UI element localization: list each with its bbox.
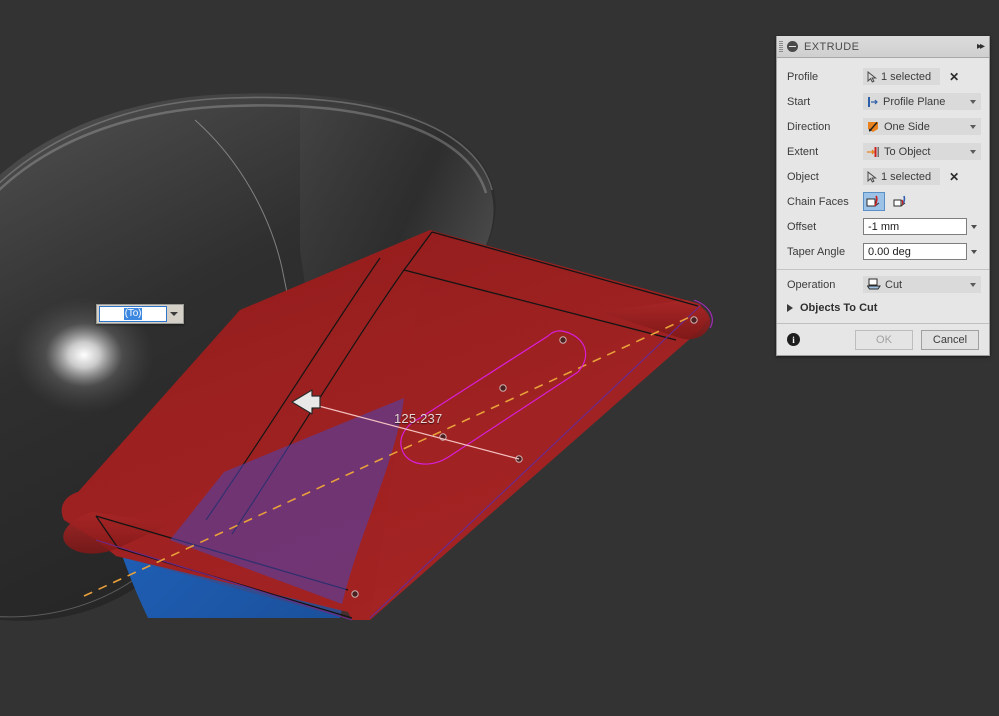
panel-title: EXTRUDE bbox=[804, 40, 860, 53]
extent-dropdown[interactable]: To Object bbox=[863, 143, 981, 160]
object-clear-button[interactable]: ✕ bbox=[949, 171, 959, 183]
panel-body: Profile 1 selected ✕ Start Profile Plane… bbox=[777, 58, 989, 323]
chain-faces-off-button[interactable] bbox=[890, 192, 912, 211]
triangle-right-icon bbox=[787, 304, 793, 312]
extent-value: To Object bbox=[884, 145, 931, 158]
chain-faces-on-icon bbox=[866, 195, 880, 206]
row-taper-angle: Taper Angle 0.00 deg bbox=[777, 239, 989, 264]
chevron-down-icon bbox=[971, 249, 977, 254]
extrude-dialog[interactable]: EXTRUDE ▸▸ Profile 1 selected ✕ Start Pr… bbox=[776, 36, 990, 356]
profile-selection-button[interactable]: 1 selected bbox=[863, 68, 941, 85]
taper-angle-value: 0.00 deg bbox=[868, 245, 911, 258]
label-object: Object bbox=[787, 170, 819, 183]
double-chevron-right-icon[interactable]: ▸▸ bbox=[977, 41, 985, 52]
object-selection-text: 1 selected bbox=[881, 170, 932, 183]
row-direction: Direction One Side bbox=[777, 114, 989, 139]
operation-value: Cut bbox=[885, 278, 903, 291]
section-objects-to-cut-label: Objects To Cut bbox=[800, 302, 878, 314]
chain-faces-on-button[interactable] bbox=[863, 192, 885, 211]
taper-angle-dropdown[interactable] bbox=[967, 243, 981, 260]
canvas-value-dropdown[interactable] bbox=[167, 306, 181, 322]
row-start: Start Profile Plane bbox=[777, 89, 989, 114]
panel-header[interactable]: EXTRUDE ▸▸ bbox=[777, 36, 989, 58]
profile-plane-icon bbox=[868, 96, 878, 107]
row-operation: Operation Cut bbox=[777, 272, 989, 297]
row-object: Object 1 selected ✕ bbox=[777, 164, 989, 189]
start-value: Profile Plane bbox=[883, 95, 946, 108]
section-objects-to-cut[interactable]: Objects To Cut bbox=[777, 297, 989, 319]
taper-angle-input[interactable]: 0.00 deg bbox=[863, 243, 967, 260]
chevron-down-icon[interactable] bbox=[967, 282, 978, 287]
row-chain-faces: Chain Faces bbox=[777, 189, 989, 214]
row-offset: Offset -1 mm bbox=[777, 214, 989, 239]
label-extent: Extent bbox=[787, 145, 819, 158]
profile-selection-text: 1 selected bbox=[881, 70, 932, 83]
label-chain-faces: Chain Faces bbox=[787, 195, 849, 208]
section-divider bbox=[777, 269, 989, 270]
label-start: Start bbox=[787, 95, 811, 108]
row-profile: Profile 1 selected ✕ bbox=[777, 64, 989, 89]
dimension-value-label[interactable]: 125.237 bbox=[394, 411, 442, 426]
cut-operation-icon bbox=[867, 278, 881, 290]
chevron-down-icon[interactable] bbox=[967, 124, 978, 129]
label-operation: Operation bbox=[787, 278, 836, 291]
chevron-down-icon bbox=[170, 312, 178, 316]
chevron-down-icon[interactable] bbox=[967, 99, 978, 104]
offset-value: -1 mm bbox=[868, 220, 900, 233]
object-selection-button[interactable]: 1 selected bbox=[863, 168, 941, 185]
panel-footer: i OK Cancel bbox=[777, 323, 989, 355]
offset-input[interactable]: -1 mm bbox=[863, 218, 967, 235]
profile-clear-button[interactable]: ✕ bbox=[949, 71, 959, 83]
chevron-down-icon bbox=[971, 224, 977, 229]
row-extent: Extent To Object bbox=[777, 139, 989, 164]
label-direction: Direction bbox=[787, 120, 831, 133]
to-object-icon bbox=[867, 146, 879, 157]
one-side-arrow-icon bbox=[868, 121, 878, 132]
direction-value: One Side bbox=[884, 120, 930, 133]
chain-faces-toggle-group bbox=[863, 192, 912, 211]
label-offset: Offset bbox=[787, 220, 817, 233]
chevron-down-icon[interactable] bbox=[967, 149, 978, 154]
canvas-value-field[interactable]: (To) bbox=[99, 306, 167, 322]
canvas-value-text: (To) bbox=[123, 308, 143, 320]
cursor-select-icon bbox=[867, 70, 878, 83]
label-taper-angle: Taper Angle bbox=[787, 245, 846, 258]
cancel-button[interactable]: Cancel bbox=[921, 329, 979, 350]
start-dropdown[interactable]: Profile Plane bbox=[863, 93, 981, 110]
cursor-select-icon bbox=[867, 170, 878, 183]
ok-button[interactable]: OK bbox=[855, 329, 913, 350]
offset-dropdown[interactable] bbox=[967, 218, 981, 235]
operation-dropdown[interactable]: Cut bbox=[863, 276, 981, 293]
chain-faces-off-icon bbox=[893, 195, 906, 206]
direction-dropdown[interactable]: One Side bbox=[863, 118, 981, 135]
drag-grip-icon[interactable] bbox=[779, 40, 783, 53]
minus-circle-icon[interactable] bbox=[787, 41, 798, 52]
canvas-value-input[interactable]: (To) bbox=[96, 304, 184, 324]
info-icon[interactable]: i bbox=[787, 333, 800, 346]
label-profile: Profile bbox=[787, 70, 819, 83]
